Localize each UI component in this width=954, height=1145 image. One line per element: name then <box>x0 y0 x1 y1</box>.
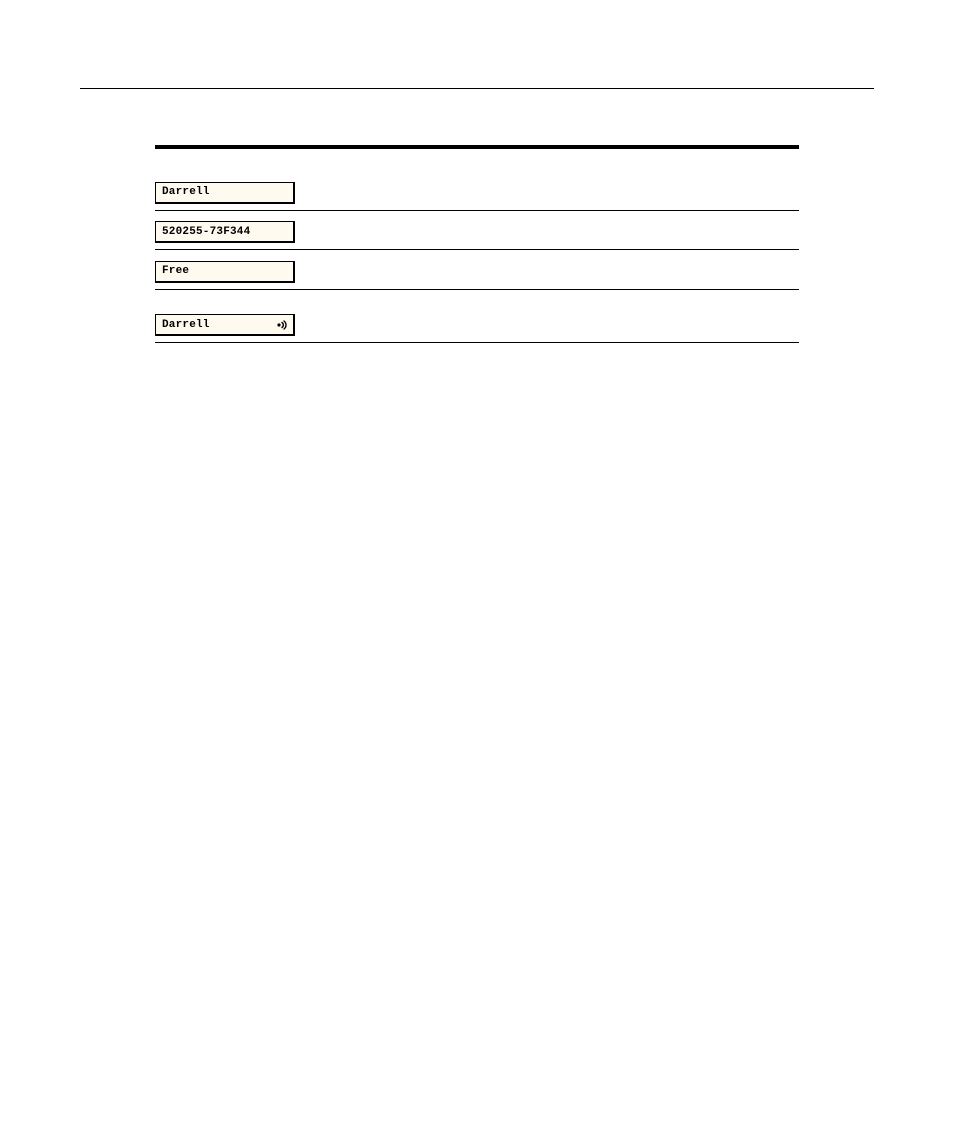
code-value: 520255-73F344 <box>162 226 250 238</box>
field-row-name: Darrell <box>155 181 799 211</box>
section-divider <box>155 145 799 149</box>
field-row-code: 520255-73F344 <box>155 221 799 251</box>
status-value: Free <box>162 265 189 277</box>
name-field[interactable]: Darrell <box>155 182 295 204</box>
header-divider <box>80 88 874 89</box>
field-row-status: Free <box>155 260 799 290</box>
name-value: Darrell <box>162 186 210 198</box>
sound-icon <box>276 319 288 331</box>
field-row-audio: Darrell <box>155 314 799 344</box>
code-field[interactable]: 520255-73F344 <box>155 221 295 243</box>
audio-name-field[interactable]: Darrell <box>155 314 295 336</box>
status-field[interactable]: Free <box>155 261 295 283</box>
content-area: Darrell 520255-73F344 Free Darrell <box>155 145 799 353</box>
audio-name-value: Darrell <box>162 319 210 331</box>
